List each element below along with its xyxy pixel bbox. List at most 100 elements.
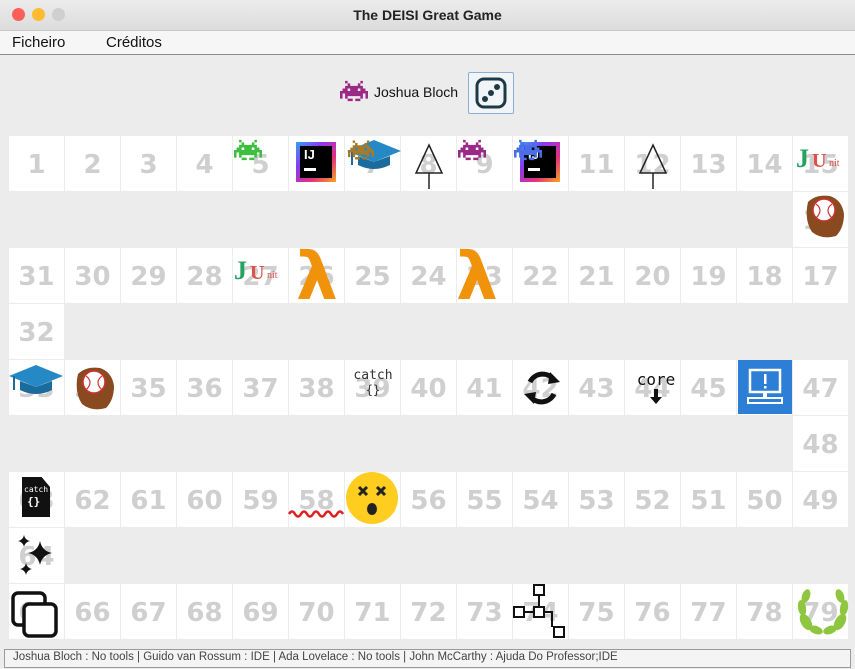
cell-number: 56 xyxy=(410,486,447,516)
current-player-name: Joshua Bloch xyxy=(374,84,459,100)
board-cell-70: 70 xyxy=(289,584,344,639)
refresh-icon xyxy=(524,371,560,405)
cell-number: 49 xyxy=(802,486,839,516)
tree-icon xyxy=(414,143,444,189)
cell-number: 35 xyxy=(130,374,167,404)
board-cell-31: 31 xyxy=(9,248,64,303)
board-cell-71: 71 xyxy=(345,584,400,639)
board-cell-76: 76 xyxy=(625,584,680,639)
board-cell-75: 75 xyxy=(569,584,624,639)
board-cell-38: 38 xyxy=(289,360,344,415)
board-cell-30: 30 xyxy=(65,248,120,303)
cell-number: 67 xyxy=(130,598,167,628)
space-invader-icon xyxy=(340,80,368,102)
duplicate-icon xyxy=(11,591,58,638)
cell-number: 61 xyxy=(130,486,167,516)
cell-number: 36 xyxy=(186,374,223,404)
cell-number: 53 xyxy=(578,486,615,516)
board-cell-20: 20 xyxy=(625,248,680,303)
cell-number: 24 xyxy=(410,262,447,292)
cell-number: 17 xyxy=(802,262,839,292)
cell-number: 54 xyxy=(522,486,559,516)
board-cell-22: 22 xyxy=(513,248,568,303)
board-cell-48: 48 xyxy=(793,416,848,471)
cell-number: 30 xyxy=(74,262,111,292)
junit-icon: J U nit xyxy=(796,144,840,173)
computer-error-icon xyxy=(738,360,792,414)
cell-number: 75 xyxy=(578,598,615,628)
cell-number: 69 xyxy=(242,598,279,628)
board-cell-2: 2 xyxy=(65,136,120,191)
cell-number: 72 xyxy=(410,598,447,628)
status-bar: Joshua Bloch : No tools | Guido van Ross… xyxy=(4,649,851,668)
cell-number: 14 xyxy=(746,150,783,180)
cell-number: 20 xyxy=(634,262,671,292)
board-cell-50: 50 xyxy=(737,472,792,527)
cell-number: 70 xyxy=(298,598,335,628)
board-cell-49: 49 xyxy=(793,472,848,527)
board-cell-11: 11 xyxy=(569,136,624,191)
cell-number: 55 xyxy=(466,486,503,516)
board-cell-17: 17 xyxy=(793,248,848,303)
board-cell-53: 53 xyxy=(569,472,624,527)
title-bar: The DEISI Great Game xyxy=(0,0,855,31)
cell-number: 13 xyxy=(690,150,727,180)
lambda-icon: λ xyxy=(456,238,498,315)
cell-number: 59 xyxy=(242,486,279,516)
cell-number: 62 xyxy=(74,486,111,516)
menu-creditos[interactable]: Créditos xyxy=(106,34,162,51)
dizzy-face-icon xyxy=(346,472,398,524)
lambda-icon: λ xyxy=(296,238,338,315)
board-cell-60: 60 xyxy=(177,472,232,527)
baseball-glove-icon xyxy=(806,195,844,238)
board-cell-45: 45 xyxy=(681,360,736,415)
board-cell-14: 14 xyxy=(737,136,792,191)
tree-icon xyxy=(638,143,668,189)
cell-number: 76 xyxy=(634,598,671,628)
cell-number: 1 xyxy=(27,150,46,180)
cell-number: 21 xyxy=(578,262,615,292)
cell-number: 41 xyxy=(466,374,503,404)
cell-number: 51 xyxy=(690,486,727,516)
board-cell-77: 77 xyxy=(681,584,736,639)
baseball-glove-icon xyxy=(76,367,114,410)
roll-dice-button[interactable] xyxy=(468,72,514,114)
board-cell-52: 52 xyxy=(625,472,680,527)
cell-number: 22 xyxy=(522,262,559,292)
cell-number: 32 xyxy=(18,318,55,348)
board-cell-62: 62 xyxy=(65,472,120,527)
menu-bar: Ficheiro Créditos xyxy=(0,31,855,55)
board-cell-35: 35 xyxy=(121,360,176,415)
core-dump-icon: core xyxy=(628,370,684,409)
cell-number: 47 xyxy=(802,374,839,404)
catch-block-icon: catch {} xyxy=(353,368,393,397)
menu-ficheiro[interactable]: Ficheiro xyxy=(12,34,65,51)
cell-number: 40 xyxy=(410,374,447,404)
cell-number: 31 xyxy=(18,262,55,292)
catch-file-icon: catch {} xyxy=(22,477,50,517)
board-cell-51: 51 xyxy=(681,472,736,527)
cell-number: 4 xyxy=(195,150,214,180)
cell-number: 11 xyxy=(578,150,615,180)
cell-number: 28 xyxy=(186,262,223,292)
syntax-error-squiggle-icon xyxy=(288,510,345,518)
cell-number: 19 xyxy=(690,262,727,292)
cell-number: 52 xyxy=(634,486,671,516)
graduation-cap-icon xyxy=(9,365,63,394)
cell-number: 60 xyxy=(186,486,223,516)
board-cell-73: 73 xyxy=(457,584,512,639)
board-cell-47: 47 xyxy=(793,360,848,415)
board-cell-13: 13 xyxy=(681,136,736,191)
board-cell-29: 29 xyxy=(121,248,176,303)
board-cell-54: 54 xyxy=(513,472,568,527)
board-cell-25: 25 xyxy=(345,248,400,303)
board-cell-32: 32 xyxy=(9,304,64,359)
cell-number: 48 xyxy=(802,430,839,460)
intellij-icon: IJ xyxy=(296,142,336,182)
cell-number: 29 xyxy=(130,262,167,292)
board-cell-69: 69 xyxy=(233,584,288,639)
board-cell-61: 61 xyxy=(121,472,176,527)
sparkles-icon xyxy=(18,535,52,575)
cell-number: 71 xyxy=(354,598,391,628)
blue-space-invader-icon xyxy=(514,139,542,161)
